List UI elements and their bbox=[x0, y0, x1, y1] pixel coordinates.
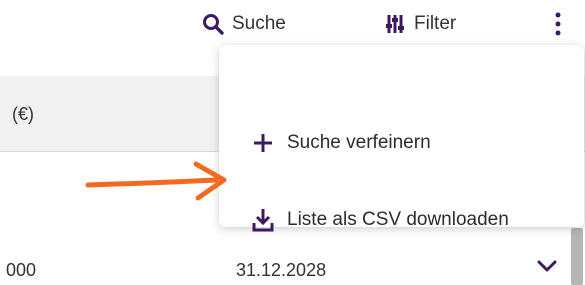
menu-item-download-csv[interactable]: Liste als CSV downloaden bbox=[219, 190, 584, 250]
column-header-amount: (€) bbox=[12, 104, 34, 124]
row-date-cell: 31.12.2028 bbox=[236, 260, 327, 280]
download-icon bbox=[251, 208, 275, 232]
options-dropdown-menu: Suche verfeinern Liste als CSV downloade… bbox=[219, 45, 584, 232]
search-label: Suche bbox=[232, 13, 286, 34]
plus-icon bbox=[251, 133, 275, 153]
more-options-button[interactable] bbox=[548, 10, 568, 38]
filter-label: Filter bbox=[414, 13, 457, 34]
search-button[interactable]: Suche bbox=[202, 10, 286, 38]
search-icon bbox=[202, 13, 224, 35]
menu-item-label: Liste als CSV downloaden bbox=[287, 209, 509, 230]
row-amount-cell: 000 bbox=[6, 260, 37, 280]
kebab-menu-icon bbox=[555, 12, 561, 36]
filter-sliders-icon bbox=[384, 13, 406, 35]
chevron-down-icon[interactable] bbox=[536, 258, 558, 279]
filter-button[interactable]: Filter bbox=[384, 10, 456, 38]
menu-item-refine-search[interactable]: Suche verfeinern bbox=[219, 113, 584, 173]
annotation-arrow bbox=[84, 158, 234, 211]
menu-item-label: Suche verfeinern bbox=[287, 132, 431, 153]
